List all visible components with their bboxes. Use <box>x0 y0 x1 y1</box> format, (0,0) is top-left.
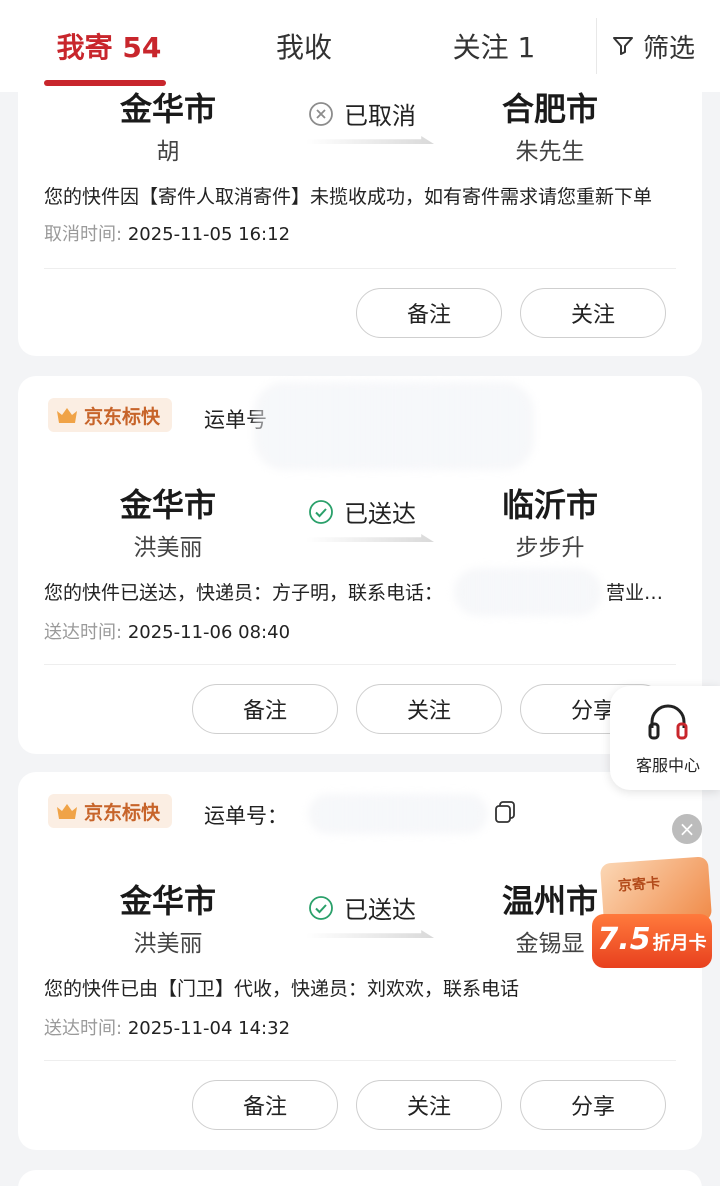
close-icon: × <box>678 817 696 841</box>
share-button[interactable]: 分享 <box>520 1080 666 1130</box>
note-button[interactable]: 备注 <box>356 288 502 338</box>
promo-unit: 折月卡 <box>652 933 707 954</box>
top-tab-bar: 我寄 54 我收 关注 1 筛选 <box>0 0 720 92</box>
order-card[interactable]: 京东标快 运单号 金华市 洪美丽 已送达 临沂市 步步升 您的快件已送达，快递员… <box>18 376 702 754</box>
close-promo-button[interactable]: × <box>672 814 702 844</box>
divider <box>44 1060 676 1061</box>
order-time: 送达时间: 2025-11-06 08:40 <box>44 618 290 644</box>
order-time: 取消时间: 2025-11-05 16:12 <box>44 220 290 246</box>
from-city: 金华市 <box>119 486 216 524</box>
from-person: 胡 <box>156 139 180 165</box>
time-label: 取消时间: <box>44 224 123 245</box>
redacted-waybill <box>254 382 534 470</box>
route-arrow <box>306 930 434 938</box>
status-delivered: 已送达 <box>308 890 458 925</box>
follow-button[interactable]: 关注 <box>356 1080 502 1130</box>
divider <box>44 664 676 665</box>
tab-follow-count: 1 <box>517 31 536 64</box>
promo-card-text: 京寄卡 <box>617 875 661 895</box>
route-arrow <box>306 534 434 542</box>
cancel-circle-icon <box>309 101 333 126</box>
tab-follow-label: 关注 <box>452 31 509 64</box>
to-person: 步步升 <box>515 535 585 561</box>
order-message: 您的快件已由【门卫】代收，快递员：刘欢欢，联系电话 <box>44 978 520 1000</box>
crown-icon <box>57 408 77 423</box>
note-button[interactable]: 备注 <box>192 684 338 734</box>
tab-my-send-count: 54 <box>122 31 162 64</box>
tab-my-receive-label: 我收 <box>275 31 332 64</box>
tab-my-receive[interactable]: 我收 <box>262 26 346 70</box>
headset-icon <box>648 704 688 740</box>
filter-label: 筛选 <box>643 33 696 64</box>
time-value: 2025-11-04 14:32 <box>127 1018 291 1039</box>
promo-discount: 7.5 <box>597 922 651 957</box>
check-circle-icon <box>309 499 333 524</box>
from-city: 金华市 <box>119 882 216 920</box>
divider <box>44 268 676 269</box>
status-text: 已送达 <box>344 500 416 528</box>
route-arrow <box>306 136 434 144</box>
note-button[interactable]: 备注 <box>192 1080 338 1130</box>
order-card[interactable]: 金华市 胡 已取消 合肥市 朱先生 您的快件因【寄件人取消寄件】未揽收成功，如有… <box>18 60 702 356</box>
from-person: 洪美丽 <box>133 535 203 561</box>
customer-service-button[interactable]: 客服中心 <box>610 686 720 790</box>
brand-badge: 京东标快 <box>48 794 173 828</box>
time-label: 送达时间: <box>44 1018 123 1039</box>
order-time: 送达时间: 2025-11-04 14:32 <box>44 1014 290 1040</box>
waybill-label: 运单号： <box>204 804 288 828</box>
copy-icon[interactable] <box>494 800 516 828</box>
order-card[interactable] <box>18 1170 702 1186</box>
status-cancelled: 已取消 <box>308 96 458 131</box>
order-message: 您的快件因【寄件人取消寄件】未揽收成功，如有寄件需求请您重新下单 <box>44 186 653 208</box>
brand-label: 京东标快 <box>84 801 161 824</box>
to-person: 朱先生 <box>515 139 585 165</box>
check-circle-icon <box>309 895 333 920</box>
time-label: 送达时间: <box>44 622 123 643</box>
redacted-phone <box>454 568 602 616</box>
follow-button[interactable]: 关注 <box>356 684 502 734</box>
status-text: 已送达 <box>344 896 416 924</box>
filter-icon <box>613 37 633 55</box>
tab-my-send-label: 我寄 <box>56 31 113 64</box>
status-text: 已取消 <box>344 102 416 130</box>
time-value: 2025-11-06 08:40 <box>127 622 291 643</box>
to-city: 临沂市 <box>501 486 598 524</box>
status-delivered: 已送达 <box>308 494 458 529</box>
active-tab-indicator <box>44 80 166 86</box>
customer-service-label: 客服中心 <box>635 756 700 775</box>
brand-label: 京东标快 <box>84 405 161 428</box>
redacted-waybill <box>308 794 488 834</box>
tab-my-send[interactable]: 我寄 54 <box>54 26 164 70</box>
follow-button[interactable]: 关注 <box>520 288 666 338</box>
from-person: 洪美丽 <box>133 931 203 957</box>
promo-banner[interactable]: 京寄卡 7.5 折月卡 <box>592 856 720 974</box>
tab-follow[interactable]: 关注 1 <box>446 26 542 70</box>
order-message-tail: 营业… <box>606 582 664 604</box>
promo-tag: 7.5 折月卡 <box>592 914 712 968</box>
crown-icon <box>57 804 77 819</box>
order-message: 您的快件已送达，快递员：方子明，联系电话： <box>44 582 444 604</box>
brand-badge: 京东标快 <box>48 398 173 432</box>
time-value: 2025-11-05 16:12 <box>127 224 291 245</box>
filter-button[interactable]: 筛选 <box>596 18 720 74</box>
